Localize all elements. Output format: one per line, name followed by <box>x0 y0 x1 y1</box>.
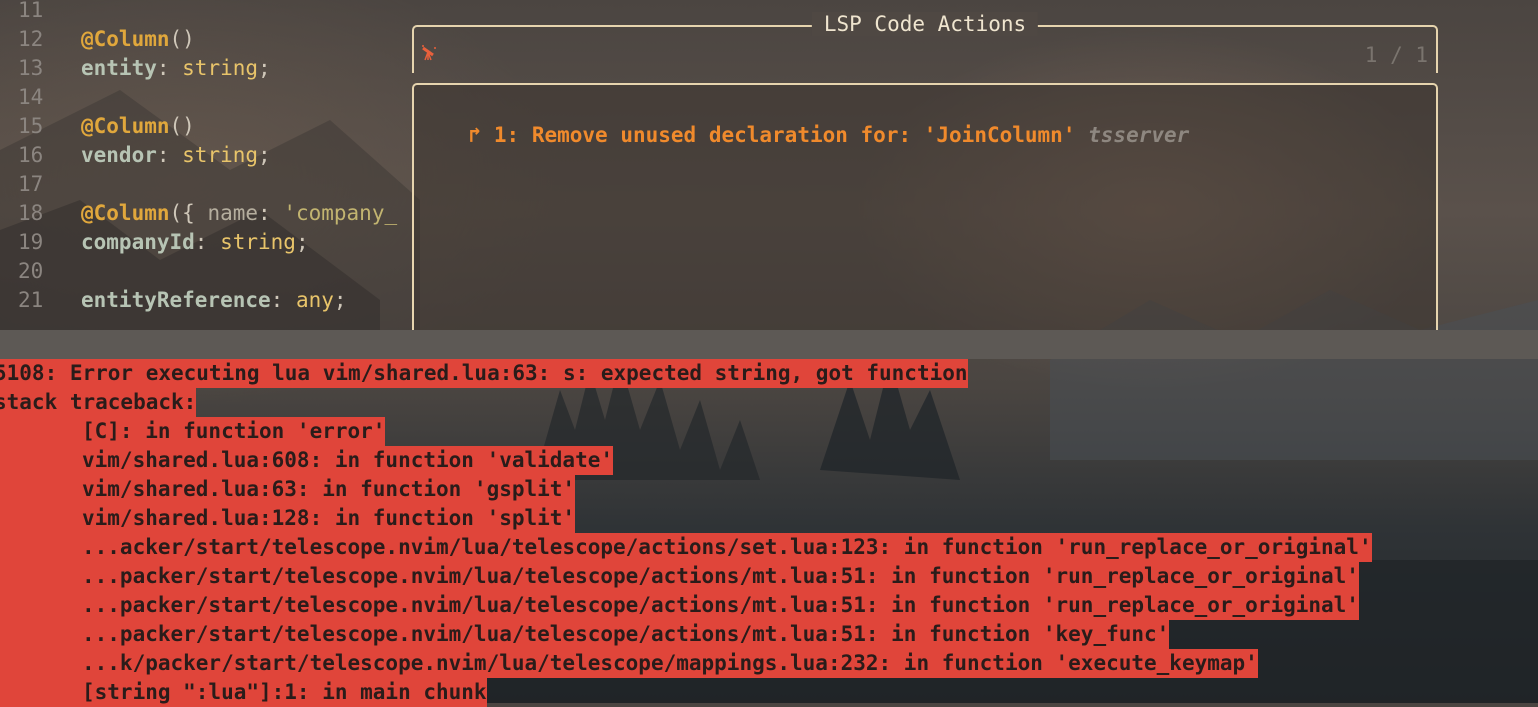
redirect-arrow-icon: ↱ <box>468 123 482 147</box>
traceback-line: ...acker/start/telescope.nvim/lua/telesc… <box>0 533 1372 562</box>
code-token: ; <box>258 56 271 80</box>
traceback-line: vim/shared.lua:63: in function 'gsplit' <box>0 475 576 504</box>
code-text: entity: string; <box>81 54 271 83</box>
traceback-line: stack traceback: <box>0 388 197 417</box>
line-number: 12 <box>18 27 44 51</box>
message-separator <box>0 330 1538 359</box>
code-token: vendor <box>81 143 157 167</box>
code-token: companyId <box>81 230 195 254</box>
result-counter: 1 / 1 <box>1364 43 1428 67</box>
code-token: () <box>169 27 195 51</box>
error-message-line: 5108: Error executing lua vim/shared.lua… <box>0 359 968 388</box>
code-token: ({ <box>169 201 208 225</box>
line-number: 15 <box>18 114 44 138</box>
traceback-line: vim/shared.lua:608: in function 'validat… <box>0 446 614 475</box>
traceback-line: ...packer/start/telescope.nvim/lua/teles… <box>0 562 1359 591</box>
code-token: : <box>258 201 284 225</box>
code-line[interactable]: 11 <box>0 0 1538 25</box>
lsp-title: LSP Code Actions <box>811 12 1039 36</box>
code-token: string <box>220 230 296 254</box>
code-token: : <box>156 56 183 80</box>
code-text: entityReference: any; <box>81 286 347 315</box>
error-message-area: 5108: Error executing lua vim/shared.lua… <box>0 359 1538 707</box>
line-number: 21 <box>18 288 44 312</box>
code-token: @Column <box>81 201 170 225</box>
code-token: any <box>295 288 334 312</box>
code-action-item[interactable]: ↱ 1: Remove unused declaration for: 'Joi… <box>418 99 1190 171</box>
telescope-icon <box>420 43 438 66</box>
traceback-line: ...packer/start/telescope.nvim/lua/teles… <box>0 591 1359 620</box>
code-token: string <box>182 56 259 80</box>
line-number: 17 <box>18 172 44 196</box>
line-number: 18 <box>18 201 44 225</box>
code-token: entity <box>81 56 157 80</box>
traceback-line: vim/shared.lua:128: in function 'split' <box>0 504 576 533</box>
code-token: : <box>156 143 183 167</box>
code-token: ; <box>333 288 347 312</box>
traceback-line: ...k/packer/start/telescope.nvim/lua/tel… <box>0 649 1258 678</box>
code-token: name <box>207 201 259 225</box>
code-token: : <box>194 230 221 254</box>
traceback-line: ...packer/start/telescope.nvim/lua/teles… <box>0 620 1170 649</box>
code-text: @Column() <box>81 112 195 141</box>
code-action-server: tsserver <box>1088 123 1190 147</box>
code-token: : <box>270 288 296 312</box>
code-token: entityReference <box>81 288 271 312</box>
traceback-line: [C]: in function 'error' <box>0 417 386 446</box>
code-token: ; <box>295 230 309 254</box>
lsp-results-list[interactable]: ↱ 1: Remove unused declaration for: 'Joi… <box>412 83 1438 330</box>
code-action-label: 1: Remove unused declaration for: 'JoinC… <box>493 123 1076 147</box>
code-text: @Column({ name: 'company_ <box>81 199 397 228</box>
code-token: () <box>169 114 195 138</box>
lsp-prompt-box[interactable]: LSP Code Actions 1 / 1 <box>412 12 1438 73</box>
line-number: 13 <box>18 56 44 80</box>
code-text: @Column() <box>81 25 195 54</box>
line-number: 19 <box>18 230 44 254</box>
line-number: 16 <box>18 143 44 167</box>
code-token: @Column <box>81 27 170 51</box>
line-number: 11 <box>18 0 44 22</box>
code-text: vendor: string; <box>81 141 271 170</box>
code-token: @Column <box>81 114 170 138</box>
code-token: ; <box>258 143 271 167</box>
line-number: 14 <box>18 85 44 109</box>
code-token: string <box>182 143 259 167</box>
line-number: 20 <box>18 259 44 283</box>
code-token: 'company_ <box>283 201 398 225</box>
code-text: companyId: string; <box>81 228 309 257</box>
